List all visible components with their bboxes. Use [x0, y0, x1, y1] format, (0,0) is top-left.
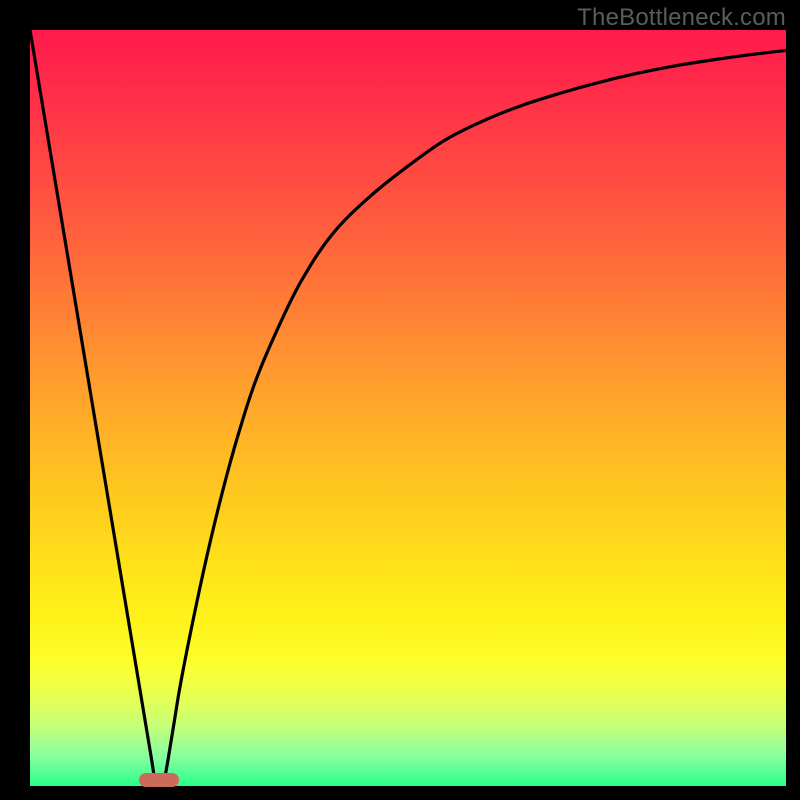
optimum-marker: [139, 773, 179, 787]
watermark-text: TheBottleneck.com: [577, 4, 786, 32]
bottleneck-curve: [30, 30, 786, 786]
chart-frame: TheBottleneck.com: [0, 0, 800, 800]
plot-area: [30, 30, 786, 786]
